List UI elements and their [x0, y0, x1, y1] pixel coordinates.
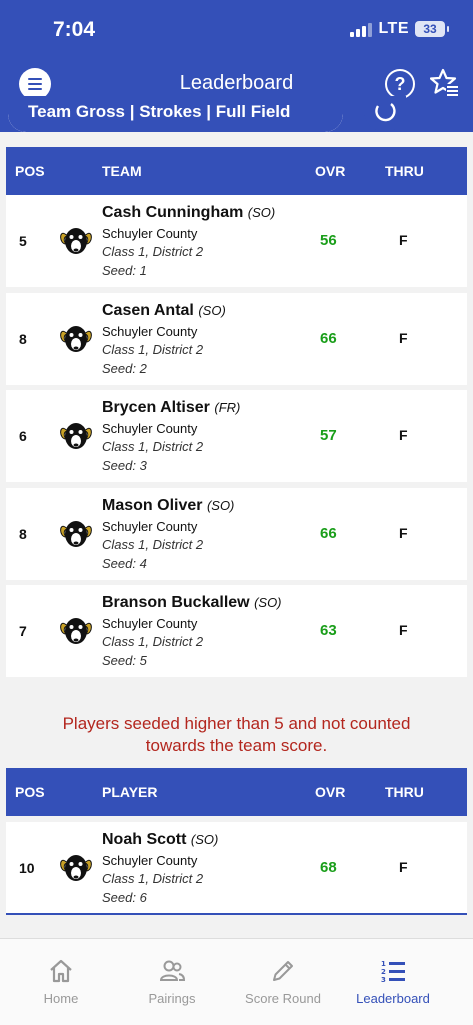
ram-logo-icon — [60, 520, 92, 547]
row-seed: Seed: 1 — [102, 263, 147, 278]
row-pos: 8 — [19, 330, 27, 347]
row-ovr: 63 — [320, 622, 337, 639]
table-row[interactable]: 5 Cash Cunningham (SO) Schuyler County C… — [6, 195, 467, 287]
col-ovr: OVR — [315, 163, 346, 179]
row-seed: Seed: 5 — [102, 653, 147, 668]
pencil-icon — [273, 961, 293, 981]
row-seed: Seed: 3 — [102, 458, 147, 473]
row-school: Schuyler County — [102, 226, 198, 241]
row-thru: F — [399, 524, 408, 541]
leaderboard-list-icon: 1 2 3 — [381, 960, 405, 984]
tab-home-label: Home — [43, 991, 79, 1006]
row-class: Class 1, District 2 — [102, 536, 204, 552]
ram-logo-icon — [60, 618, 92, 644]
tab-pairings-label: Pairings — [148, 991, 196, 1006]
tab-leaderboard[interactable]: 1 2 3 Leaderboard — [338, 957, 448, 1006]
row-seed: Seed: 2 — [102, 360, 147, 376]
row-thru: F — [399, 859, 408, 875]
row-pos: 6 — [19, 428, 27, 444]
ram-logo-icon — [60, 423, 92, 449]
question-circle-icon[interactable]: ? — [385, 69, 415, 99]
filter-label: Team Gross | Strokes | Full Field — [28, 102, 291, 121]
row-school: Schuyler County — [102, 853, 198, 868]
ram-logo-icon — [60, 228, 92, 254]
row-thru: F — [399, 427, 408, 443]
seed-note-line1: Players seeded higher than 5 and not cou… — [62, 714, 411, 733]
row-name: Brycen Altiser (FR) — [102, 399, 241, 416]
row-pos: 8 — [19, 525, 27, 542]
row-class: Class 1, District 2 — [102, 439, 204, 454]
ram-logo-icon — [60, 855, 92, 881]
star-list-icon[interactable] — [430, 68, 460, 98]
seed-note-line2: towards the team score. — [145, 736, 328, 755]
filter-dropdown[interactable]: Team Gross | Strokes | Full Field — [8, 96, 343, 132]
row-name: Branson Buckallew (SO) — [102, 594, 282, 611]
table-row[interactable]: 7 Branson Buckallew (SO) Schuyler County… — [6, 585, 467, 677]
battery-icon: 33 — [415, 21, 449, 37]
home-icon — [50, 959, 72, 983]
tab-score-round[interactable]: Score Round — [228, 957, 338, 1006]
row-class: Class 1, District 2 — [102, 634, 204, 649]
seed-note: Players seeded higher than 5 and not cou… — [0, 713, 473, 757]
col-ovr: OVR — [315, 784, 346, 800]
row-seed: Seed: 4 — [102, 555, 147, 571]
row-name: Noah Scott (SO) — [102, 831, 219, 848]
svg-text:2: 2 — [381, 968, 386, 976]
row-ovr: 57 — [320, 427, 337, 444]
row-class: Class 1, District 2 — [102, 244, 204, 259]
people-icon — [159, 960, 186, 981]
row-name: Cash Cunningham (SO) — [102, 204, 276, 221]
player-table-header: POS PLAYER OVR THRU — [6, 768, 467, 816]
row-name: Mason Oliver (SO) — [102, 496, 235, 514]
bottom-tab-bar: Home Pairings Score Round 1 2 3 Leaderbo… — [0, 938, 473, 1025]
row-ovr: 66 — [320, 524, 337, 542]
tab-home[interactable]: Home — [6, 957, 116, 1006]
row-class: Class 1, District 2 — [102, 341, 204, 357]
status-time: 7:04 — [53, 18, 96, 41]
tab-pairings[interactable]: Pairings — [117, 957, 227, 1006]
table-row[interactable]: 8 Mason Oliver (SO) Schuyler County Clas… — [6, 487, 467, 580]
svg-text:3: 3 — [381, 976, 386, 984]
row-ovr: 56 — [320, 232, 337, 249]
row-thru: F — [399, 232, 408, 248]
table-row[interactable]: 10 Noah Scott (SO) Schuyler County Class… — [6, 822, 467, 914]
row-school: Schuyler County — [102, 323, 198, 339]
table-row[interactable]: 6 Brycen Altiser (FR) Schuyler County Cl… — [6, 390, 467, 482]
col-thru: THRU — [385, 163, 424, 179]
col-player: PLAYER — [102, 784, 158, 800]
row-thru: F — [399, 329, 408, 346]
row-ovr: 68 — [320, 859, 337, 876]
col-thru: THRU — [385, 784, 424, 800]
row-seed: Seed: 6 — [102, 890, 147, 905]
svg-text:1: 1 — [381, 960, 386, 968]
table-row[interactable]: 8 Casen Antal (SO) Schuyler County Class… — [6, 292, 467, 385]
row-school: Schuyler County — [102, 616, 198, 631]
row-pos: 7 — [19, 623, 27, 639]
row-pos: 10 — [19, 860, 35, 876]
col-pos: POS — [15, 784, 45, 800]
col-pos: POS — [15, 163, 45, 179]
status-indicators: LTE 33 — [350, 20, 449, 38]
row-school: Schuyler County — [102, 421, 198, 436]
signal-icon — [350, 21, 373, 37]
row-class: Class 1, District 2 — [102, 871, 204, 886]
row-school: Schuyler County — [102, 518, 198, 534]
row-pos: 5 — [19, 233, 27, 249]
row-ovr: 66 — [320, 329, 337, 347]
table-divider — [6, 913, 467, 915]
tab-score-round-label: Score Round — [245, 991, 321, 1006]
col-team: TEAM — [102, 163, 142, 179]
row-thru: F — [399, 622, 408, 638]
row-name: Casen Antal (SO) — [102, 301, 226, 319]
tab-leaderboard-label: Leaderboard — [356, 991, 430, 1006]
ram-logo-icon — [60, 325, 92, 352]
network-label: LTE — [378, 20, 409, 37]
team-table-header: POS TEAM OVR THRU — [6, 147, 467, 195]
